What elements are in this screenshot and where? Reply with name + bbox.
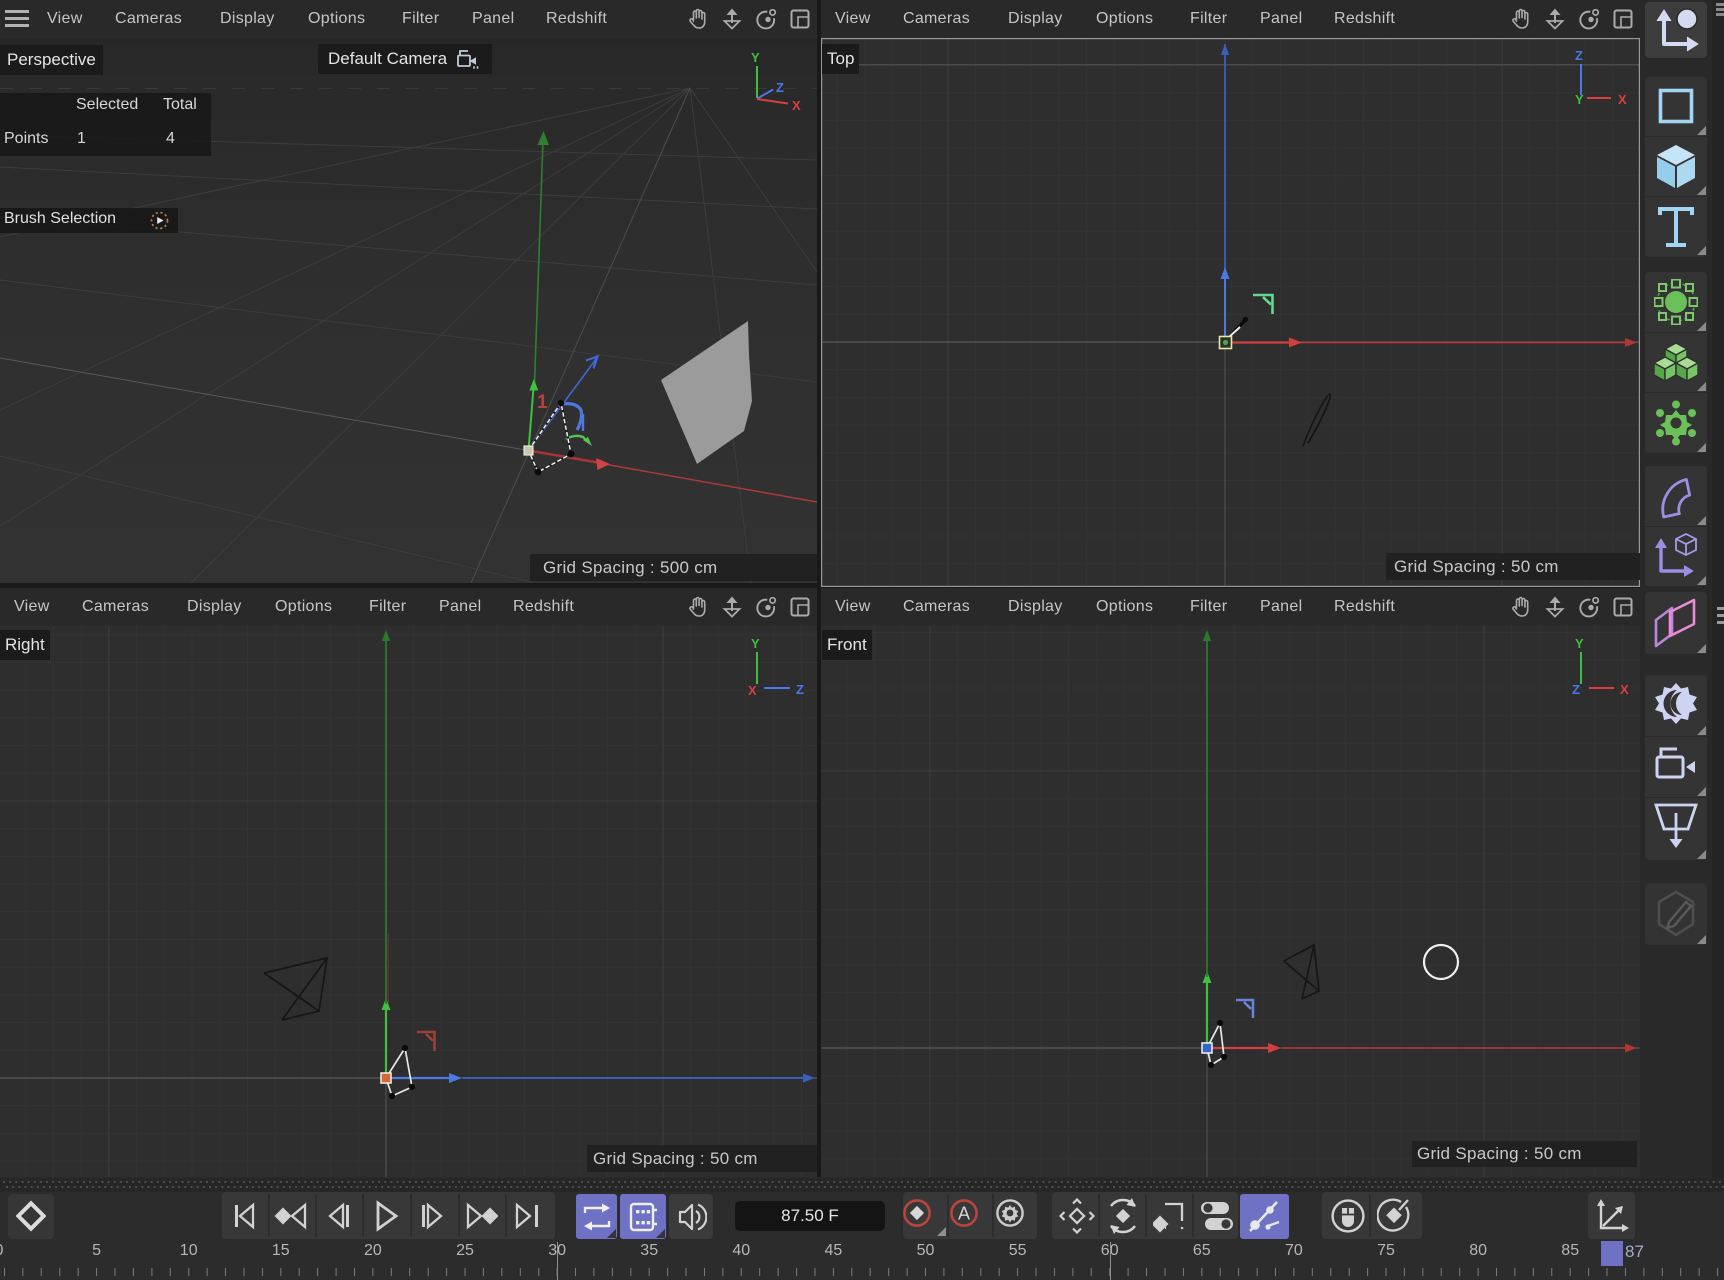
svg-text:X: X <box>1618 92 1627 107</box>
svg-text:Y: Y <box>1575 92 1584 107</box>
svg-text:Y: Y <box>751 50 760 65</box>
svg-text:Z: Z <box>776 80 784 95</box>
svg-text:Z: Z <box>1575 48 1583 63</box>
svg-text:Y: Y <box>1575 636 1584 651</box>
svg-text:Y: Y <box>751 636 760 651</box>
svg-text:Z: Z <box>796 682 804 697</box>
svg-text:A: A <box>958 1204 970 1224</box>
svg-text:X: X <box>748 683 757 698</box>
svg-text:Z: Z <box>1572 682 1580 697</box>
svg-text:X: X <box>792 98 801 113</box>
svg-text:1: 1 <box>537 392 548 413</box>
svg-text:X: X <box>1620 682 1629 697</box>
